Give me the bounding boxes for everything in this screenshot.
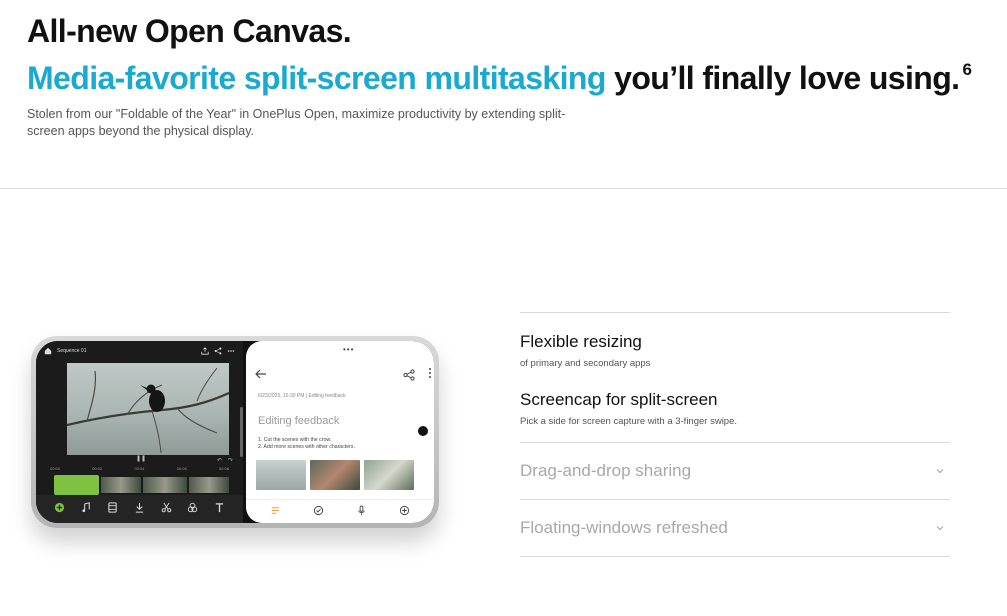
selected-clip[interactable] <box>54 475 99 495</box>
tick-label: 00:06 <box>176 466 187 471</box>
editor-toolbar <box>36 495 243 523</box>
video-editor-app: Sequence 01 ❚❚ ↶ ↷ 00:00 00:02 00:04 00:… <box>36 341 243 523</box>
section-divider <box>0 188 1007 189</box>
tick-label: 00:04 <box>134 466 145 471</box>
headline-line1: All-new Open Canvas. <box>27 13 352 49</box>
headline-rest: you’ll finally love using. <box>605 60 960 96</box>
music-icon[interactable] <box>81 500 92 518</box>
redo-icon[interactable]: ↷ <box>228 457 233 464</box>
undo-redo-controls: ↶ ↷ <box>36 455 243 465</box>
share-icon[interactable] <box>403 369 415 381</box>
share-icon <box>214 347 222 355</box>
feature-accordion: Flexible resizing of primary and seconda… <box>520 312 950 557</box>
feature-item-drag-and-drop[interactable]: Drag-and-drop sharing <box>520 443 950 499</box>
tick-label: 00:00 <box>50 466 61 471</box>
notes-toolbar <box>246 499 434 523</box>
download-icon[interactable] <box>134 500 145 518</box>
feature-title: Drag-and-drop sharing <box>520 461 692 480</box>
timeline-clip[interactable] <box>189 477 229 493</box>
phone-mockup: Sequence 01 ❚❚ ↶ ↷ 00:00 00:02 00:04 00:… <box>31 336 439 528</box>
video-timeline[interactable] <box>54 475 236 500</box>
sequence-label: Sequence 01 <box>57 348 87 354</box>
more-vertical-icon[interactable] <box>428 367 432 379</box>
tick-label: 00:08 <box>218 466 229 471</box>
feature-item-screencap[interactable]: Screencap for split-screen Pick a side f… <box>520 389 950 428</box>
note-title[interactable]: Editing feedback <box>258 415 339 427</box>
image-thumbnail[interactable] <box>364 460 414 490</box>
image-thumbnail[interactable] <box>256 460 306 490</box>
feature-item-flexible-resizing[interactable]: Flexible resizing of primary and seconda… <box>520 313 950 370</box>
check-circle-icon[interactable] <box>313 503 324 521</box>
feature-title: Screencap for split-screen <box>520 390 718 409</box>
scissors-icon[interactable] <box>161 500 172 518</box>
microphone-icon[interactable] <box>356 503 367 521</box>
undo-icon[interactable]: ↶ <box>217 457 222 464</box>
accordion-divider <box>520 556 950 557</box>
chevron-down-icon <box>936 526 944 531</box>
note-images <box>256 460 414 490</box>
film-icon[interactable] <box>107 500 118 518</box>
notes-app: ••• 6/23/2025, 15:30 PM | Editing feedba… <box>246 341 434 523</box>
feature-item-floating-windows[interactable]: Floating-windows refreshed <box>520 500 950 556</box>
headline-accent: Media-favorite split-screen multitasking <box>27 60 606 96</box>
chevron-down-icon <box>936 469 944 474</box>
scrollbar[interactable] <box>240 407 243 457</box>
feature-subtitle: Pick a side for screen capture with a 3-… <box>520 416 738 427</box>
back-arrow-icon[interactable] <box>254 367 268 381</box>
editor-topbar: Sequence 01 <box>36 341 243 361</box>
note-body[interactable]: 1. Cut the scenes with the crow. 2. Add … <box>258 437 355 451</box>
add-circle-icon[interactable] <box>399 503 410 521</box>
phone-screen: Sequence 01 ❚❚ ↶ ↷ 00:00 00:02 00:04 00:… <box>36 341 434 523</box>
tick-label: 00:02 <box>92 466 103 471</box>
front-camera <box>418 426 428 436</box>
hero-description: Stolen from our "Foldable of the Year" i… <box>27 107 566 138</box>
feature-subtitle: of primary and secondary apps <box>520 358 651 369</box>
checklist-icon[interactable] <box>270 503 281 521</box>
image-thumbnail[interactable] <box>310 460 360 490</box>
note-meta: 6/23/2025, 15:30 PM | Editing feedback <box>258 393 346 399</box>
note-line: 2. Add more scenes with other characters… <box>258 444 355 450</box>
export-icon <box>201 347 209 355</box>
headline-line2: Media-favorite split-screen multitasking… <box>27 50 987 98</box>
text-icon[interactable] <box>214 500 225 518</box>
filters-icon[interactable] <box>187 500 198 518</box>
add-clip-icon[interactable] <box>54 500 65 518</box>
feature-title: Floating-windows refreshed <box>520 518 728 537</box>
feature-title: Flexible resizing <box>520 332 642 351</box>
hero-section: All-new Open Canvas. Media-favorite spli… <box>27 12 987 140</box>
more-icon <box>227 347 235 355</box>
crow-on-branch-image <box>67 367 229 454</box>
timeline-ruler: 00:00 00:02 00:04 00:06 00:08 <box>36 466 243 474</box>
footnote-marker[interactable]: 6 <box>962 60 971 79</box>
home-icon <box>44 347 52 355</box>
timeline-clip[interactable] <box>101 477 141 493</box>
video-preview <box>67 363 229 455</box>
timeline-clip[interactable] <box>143 477 187 493</box>
note-line: 1. Cut the scenes with the crow. <box>258 437 332 443</box>
drag-handle[interactable]: ••• <box>343 345 354 354</box>
